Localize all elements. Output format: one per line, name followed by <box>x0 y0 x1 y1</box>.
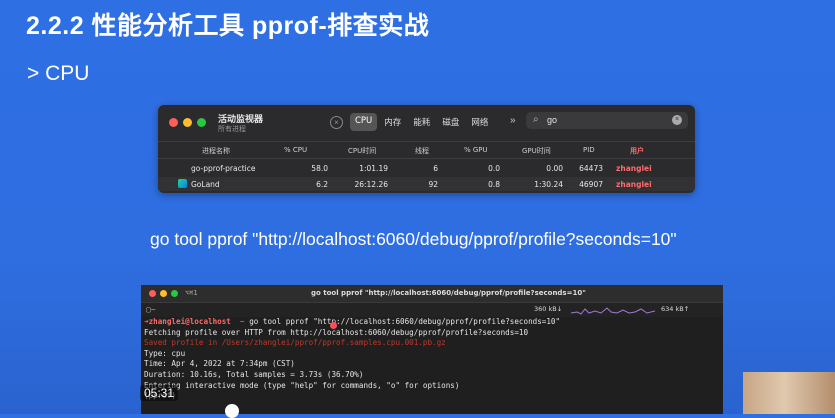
col-gpu-time[interactable]: GPU时间 <box>522 146 551 156</box>
col-cpu[interactable]: % CPU <box>284 146 307 154</box>
output-line: Time: Apr 4, 2022 at 7:34pm (CST) <box>144 359 295 369</box>
activity-monitor-window: 活动监视器 所有进程 × CPU 内存 能耗 磁盘 网络 » ⌕ go × 进程… <box>158 105 695 193</box>
activity-tabs: CPU 内存 能耗 磁盘 网络 <box>350 113 493 131</box>
table-header: 进程名称 % CPU CPU时间 线程 % GPU GPU时间 PID 用户 <box>158 141 695 159</box>
goland-app-icon <box>178 179 187 188</box>
zoom-window-button[interactable] <box>197 118 206 127</box>
col-threads[interactable]: 线程 <box>415 146 429 156</box>
output-line: Entering interactive mode (type "help" f… <box>144 380 460 390</box>
tab-memory[interactable]: 内存 <box>379 113 406 131</box>
window-shortcut: ⌥⌘1 <box>185 289 198 297</box>
terminal-window: ⌥⌘1 go tool pprof "http://localhost:6060… <box>141 285 723 414</box>
process-gpu: 0.8 <box>488 180 500 189</box>
webcam-overlay <box>743 372 835 414</box>
process-name: go-pprof-practice <box>191 164 256 173</box>
terminal-titlebar: ⌥⌘1 go tool pprof "http://localhost:6060… <box>141 285 723 303</box>
table-row[interactable]: GoLand 6.2 26:12.26 92 0.8 1:30.24 46907… <box>158 177 695 191</box>
terminal-title: go tool pprof "http://localhost:6060/deb… <box>311 289 586 297</box>
process-gpu: 0.0 <box>488 164 500 173</box>
prompt-user: zhanglei@localhost <box>148 317 231 326</box>
process-user: zhanglei <box>616 164 652 173</box>
tab-network[interactable]: 网络 <box>466 113 493 131</box>
network-up-rate: 634 kB↑ <box>661 305 690 313</box>
col-gpu[interactable]: % GPU <box>464 146 488 154</box>
process-name: GoLand <box>191 180 220 189</box>
process-cpu-time: 1:01.19 <box>359 164 388 173</box>
minimize-window-button[interactable] <box>183 118 192 127</box>
network-sparkline <box>571 307 655 315</box>
process-gpu-time: 0.00 <box>546 164 563 173</box>
col-pid[interactable]: PID <box>583 146 595 154</box>
process-cpu: 6.2 <box>316 180 328 189</box>
process-threads: 6 <box>433 164 438 173</box>
process-pid: 46907 <box>579 180 603 189</box>
slide-subtitle: > CPU <box>27 62 90 85</box>
more-chevron-icon[interactable]: » <box>510 115 516 126</box>
table-row[interactable]: go-pprof-practice 58.0 1:01.19 6 0.0 0.0… <box>158 161 695 175</box>
col-user[interactable]: 用户 <box>630 146 644 156</box>
process-user: zhanglei <box>616 180 652 189</box>
pprof-command-text: go tool pprof "http://localhost:6060/deb… <box>150 229 677 249</box>
tab-energy[interactable]: 能耗 <box>408 113 435 131</box>
slide-title: 2.2.2 性能分析工具 pprof-排查实战 <box>26 12 430 40</box>
zoom-window-button[interactable] <box>171 290 178 297</box>
col-cpu-time[interactable]: CPU时间 <box>348 146 376 156</box>
stop-process-icon[interactable]: × <box>330 116 343 129</box>
video-timestamp: 05:31 <box>140 385 179 401</box>
folder-icon: ▢~ <box>146 305 156 314</box>
output-line: Duration: 10.16s, Total samples = 3.73s … <box>144 369 364 379</box>
prompt-dir: ~ <box>240 317 245 326</box>
output-line: Fetching profile over HTTP from http://l… <box>144 327 529 337</box>
search-value[interactable]: go <box>547 115 557 125</box>
process-threads: 92 <box>428 180 438 189</box>
minimize-window-button[interactable] <box>160 290 167 297</box>
search-input[interactable]: ⌕ go × <box>526 112 688 129</box>
search-icon: ⌕ <box>533 114 539 125</box>
terminal-output[interactable]: ➜zhanglei@localhost ~ go tool pprof "htt… <box>144 317 560 402</box>
tab-disk[interactable]: 磁盘 <box>437 113 464 131</box>
output-line: Saved profile in /Users/zhanglei/pprof/p… <box>144 338 446 348</box>
process-cpu: 58.0 <box>311 164 328 173</box>
process-gpu-time: 1:30.24 <box>534 180 563 189</box>
close-window-button[interactable] <box>149 290 156 297</box>
network-down-rate: 360 kB↓ <box>534 305 563 313</box>
mouse-cursor <box>330 322 337 329</box>
activity-monitor-toolbar: 活动监视器 所有进程 × CPU 内存 能耗 磁盘 网络 » ⌕ go × <box>158 105 695 141</box>
prompt-command: go tool pprof "http://localhost:6060/deb… <box>249 317 561 326</box>
video-scrubber-handle[interactable] <box>225 404 239 418</box>
tab-cpu[interactable]: CPU <box>350 113 378 131</box>
close-window-button[interactable] <box>169 118 178 127</box>
process-pid: 64473 <box>579 164 603 173</box>
app-subtitle: 所有进程 <box>218 125 246 133</box>
output-line: Type: cpu <box>144 348 186 358</box>
col-process-name[interactable]: 进程名称 <box>202 146 230 156</box>
process-cpu-time: 26:12.26 <box>354 180 388 189</box>
clear-search-icon[interactable]: × <box>672 115 682 125</box>
terminal-status-bar: ▢~ 360 kB↓ 634 kB↑ <box>141 303 723 317</box>
